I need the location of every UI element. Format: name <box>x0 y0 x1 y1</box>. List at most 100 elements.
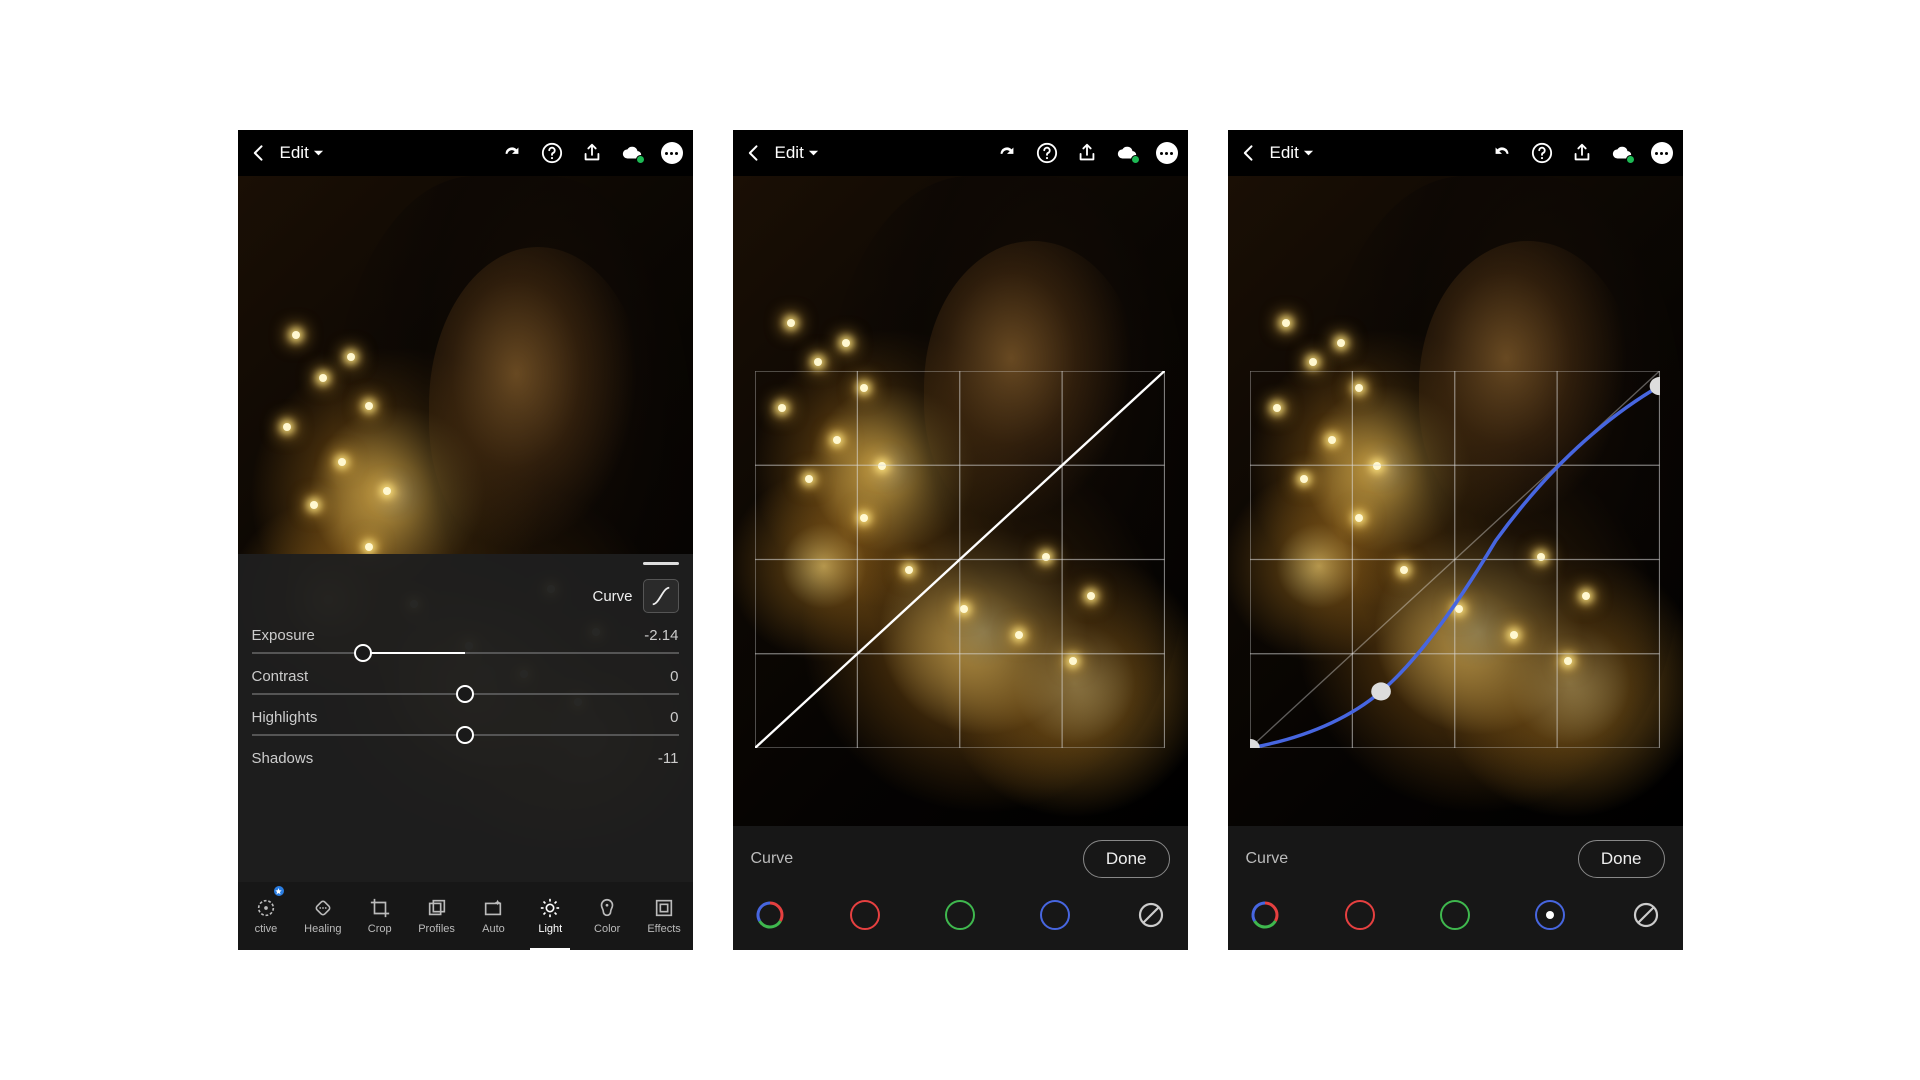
curve-grid[interactable] <box>1250 371 1660 748</box>
selective-icon <box>255 897 277 919</box>
slider-shadows: Shadows -11 <box>252 750 679 767</box>
tool-label: Auto <box>482 923 505 935</box>
channel-parametric-icon[interactable] <box>1136 900 1166 930</box>
channel-blue[interactable] <box>1535 900 1565 930</box>
edit-dropdown[interactable]: Edit <box>775 143 819 163</box>
topbar: Edit <box>733 130 1188 176</box>
screen-1: Edit <box>238 130 693 950</box>
tool-auto[interactable]: Auto <box>465 882 522 950</box>
tool-label: Color <box>594 923 620 935</box>
tool-label: Healing <box>304 923 341 935</box>
tool-light[interactable]: Light <box>522 882 579 950</box>
back-icon[interactable] <box>248 142 270 164</box>
cloud-status-dot <box>1626 155 1635 164</box>
curve-panel: Curve Done <box>1228 826 1683 950</box>
tool-label: ctive <box>255 923 278 935</box>
bottom-toolbar: ctive Healing Crop Profiles Auto <box>238 882 693 950</box>
photo-preview[interactable]: Curve Exposure -2.14 Contrast 0 <box>238 176 693 882</box>
tool-profiles[interactable]: Profiles <box>408 882 465 950</box>
slider-track[interactable] <box>252 734 679 736</box>
share-icon[interactable] <box>1571 142 1593 164</box>
channel-green[interactable] <box>1440 900 1470 930</box>
more-menu-icon[interactable] <box>1156 142 1178 164</box>
channel-red[interactable] <box>850 900 880 930</box>
channel-blue[interactable] <box>1040 900 1070 930</box>
color-icon <box>596 897 618 919</box>
tool-color[interactable]: Color <box>579 882 636 950</box>
cloud-status-dot <box>1131 155 1140 164</box>
more-menu-icon[interactable] <box>1651 142 1673 164</box>
slider-highlights: Highlights 0 <box>252 709 679 736</box>
drawer-handle[interactable] <box>643 562 679 565</box>
share-icon[interactable] <box>1076 142 1098 164</box>
cloud-sync-icon[interactable] <box>1611 142 1633 164</box>
curve-button[interactable] <box>643 579 679 613</box>
edit-label: Edit <box>280 143 309 163</box>
slider-label: Contrast <box>252 668 309 685</box>
slider-label: Highlights <box>252 709 318 726</box>
premium-badge-icon <box>274 886 284 896</box>
edit-dropdown[interactable]: Edit <box>280 143 324 163</box>
redo-icon[interactable] <box>996 142 1018 164</box>
curve-title: Curve <box>751 850 794 868</box>
topbar: Edit <box>238 130 693 176</box>
slider-label: Exposure <box>252 627 315 644</box>
redo-icon[interactable] <box>501 142 523 164</box>
channel-red[interactable] <box>1345 900 1375 930</box>
slider-value: -11 <box>658 750 679 767</box>
tool-label: Crop <box>368 923 392 935</box>
light-icon <box>539 897 561 919</box>
share-icon[interactable] <box>581 142 603 164</box>
tool-healing[interactable]: Healing <box>294 882 351 950</box>
tool-label: Light <box>538 923 562 935</box>
photo-preview[interactable] <box>1228 176 1683 826</box>
channel-all[interactable] <box>755 900 785 930</box>
channel-parametric-icon[interactable] <box>1631 900 1661 930</box>
slider-label: Shadows <box>252 750 314 767</box>
curve-grid[interactable] <box>755 371 1165 748</box>
help-icon[interactable] <box>1531 142 1553 164</box>
slider-value: -2.14 <box>644 627 678 644</box>
photo-preview[interactable] <box>733 176 1188 826</box>
channel-picker <box>1246 900 1665 930</box>
screen-3: Edit <box>1228 130 1683 950</box>
cloud-sync-icon[interactable] <box>621 142 643 164</box>
tool-selective[interactable]: ctive <box>238 882 295 950</box>
curve-label: Curve <box>592 588 632 605</box>
slider-track[interactable] <box>252 652 679 654</box>
slider-value: 0 <box>670 668 678 685</box>
more-menu-icon[interactable] <box>661 142 683 164</box>
help-icon[interactable] <box>1036 142 1058 164</box>
tool-crop[interactable]: Crop <box>351 882 408 950</box>
topbar: Edit <box>1228 130 1683 176</box>
help-icon[interactable] <box>541 142 563 164</box>
channel-picker <box>751 900 1170 930</box>
light-drawer: Curve Exposure -2.14 Contrast 0 <box>238 554 693 882</box>
edit-dropdown[interactable]: Edit <box>1270 143 1314 163</box>
back-icon[interactable] <box>1238 142 1260 164</box>
slider-contrast: Contrast 0 <box>252 668 679 695</box>
done-button[interactable]: Done <box>1083 840 1170 878</box>
tool-label: Profiles <box>418 923 455 935</box>
crop-icon <box>369 897 391 919</box>
channel-green[interactable] <box>945 900 975 930</box>
slider-value: 0 <box>670 709 678 726</box>
effects-icon <box>653 897 675 919</box>
cloud-sync-icon[interactable] <box>1116 142 1138 164</box>
back-icon[interactable] <box>743 142 765 164</box>
slider-track[interactable] <box>252 693 679 695</box>
healing-icon <box>312 897 334 919</box>
undo-icon[interactable] <box>1491 142 1513 164</box>
screen-2: Edit <box>733 130 1188 950</box>
auto-icon <box>482 897 504 919</box>
curve-panel: Curve Done <box>733 826 1188 950</box>
tool-effects[interactable]: Effects <box>636 882 693 950</box>
curve-point-mid <box>1371 682 1391 700</box>
curve-title: Curve <box>1246 850 1289 868</box>
screenshots-row: Edit <box>238 130 1683 950</box>
edit-label: Edit <box>775 143 804 163</box>
edit-label: Edit <box>1270 143 1299 163</box>
channel-all[interactable] <box>1250 900 1280 930</box>
cloud-status-dot <box>636 155 645 164</box>
done-button[interactable]: Done <box>1578 840 1665 878</box>
